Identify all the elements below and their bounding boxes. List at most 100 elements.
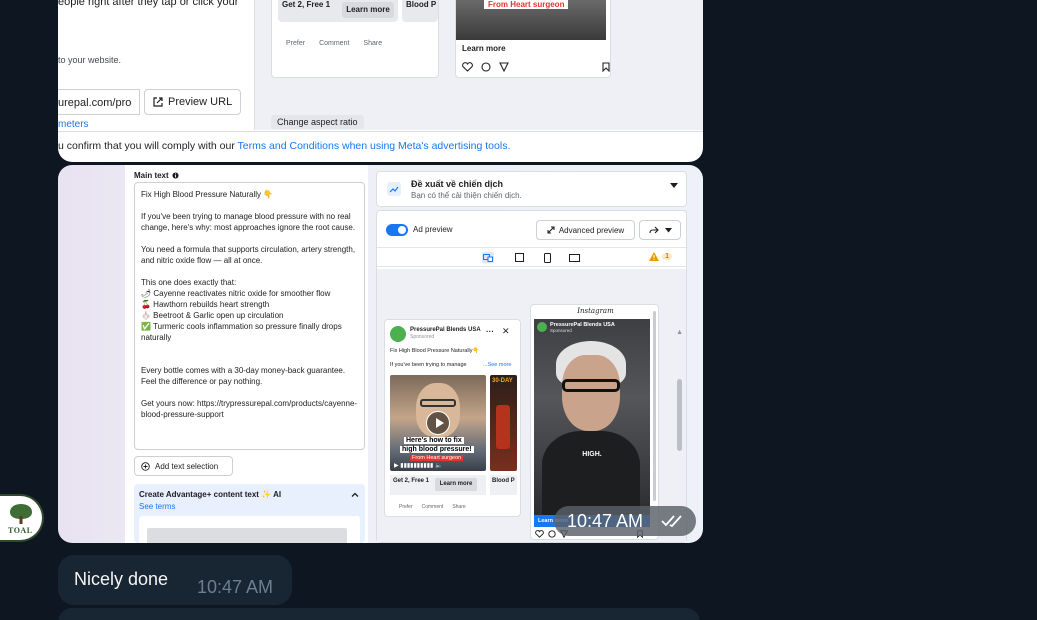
fb-actions: Prefer Comment Share xyxy=(286,40,382,47)
video-caption-1: Here's how to fix xyxy=(404,437,464,444)
message-text: Nicely done xyxy=(74,569,169,589)
advanced-preview-button[interactable]: Advanced preview xyxy=(536,220,635,240)
video-caption: HIGH. xyxy=(582,451,602,458)
chevron-up-icon[interactable] xyxy=(351,491,359,499)
share-action[interactable]: Share xyxy=(452,504,465,510)
square-format-icon[interactable] xyxy=(513,252,525,263)
bullet-line: ✅ Turmeric cools inflammation so pressur… xyxy=(141,322,342,342)
comment-icon xyxy=(481,62,491,72)
comment-icon[interactable] xyxy=(548,530,556,538)
warning-count: 1 xyxy=(662,253,672,260)
bullet-line: 🍒 Hawthorn rebuilds heart strength xyxy=(141,300,270,309)
avatar-text: TOAL xyxy=(8,526,33,535)
ig-ad-video[interactable]: PressurePal Blends USA Sponsored HIGH. xyxy=(534,319,650,515)
trend-icon xyxy=(387,182,401,196)
tree-logo-icon xyxy=(10,504,32,524)
ad-video: From Heart surgeon xyxy=(456,0,606,40)
share-preview-button[interactable] xyxy=(639,220,681,240)
comment-action[interactable]: Comment xyxy=(422,504,444,510)
ad-carousel-image-2[interactable]: 30-DAY xyxy=(490,375,517,471)
carousel-headline: Get 2, Free 1 xyxy=(282,0,331,9)
add-text-selection-button[interactable]: Add text selection xyxy=(134,456,233,476)
like-action[interactable]: Prefer xyxy=(399,504,413,510)
more-options-icon[interactable]: ··· xyxy=(486,327,494,336)
change-aspect-ratio-button[interactable]: Change aspect ratio xyxy=(271,115,364,129)
external-link-icon xyxy=(153,97,163,107)
preview-scrollbar[interactable] xyxy=(677,379,682,451)
text-paragraph: Get yours now: https://trypressurepal.co… xyxy=(141,399,358,419)
sponsored-label: Sponsored xyxy=(550,328,572,333)
terms-prefix: u confirm that you will comply with our xyxy=(58,140,238,152)
main-text-input[interactable]: Fix High Blood Pressure Naturally 👇 If y… xyxy=(134,182,365,450)
video-caption: From Heart surgeon xyxy=(484,0,569,9)
preview-url-button[interactable]: Preview URL xyxy=(144,89,241,115)
dropdown-arrow-icon[interactable] xyxy=(670,183,678,189)
vertical-format-icon[interactable] xyxy=(541,252,553,263)
url-input[interactable]: urepal.com/pro xyxy=(58,89,140,115)
info-icon xyxy=(172,172,179,179)
next-message-bubble[interactable] xyxy=(58,608,700,620)
message-bubble[interactable]: Nicely done 10:47 AM xyxy=(58,555,292,605)
terms-notice: u confirm that you will comply with our … xyxy=(58,131,703,162)
screenshot-image-top[interactable]: eople right after they tap or click your… xyxy=(58,0,703,162)
play-icon[interactable] xyxy=(426,411,450,435)
learn-more-link[interactable]: Learn more xyxy=(462,44,506,53)
ig-scrollbar[interactable] xyxy=(653,311,656,501)
main-text-label: Main text xyxy=(134,171,179,180)
url-parameters-link[interactable]: meters xyxy=(58,119,89,130)
chevron-down-icon xyxy=(664,227,672,232)
ad-video[interactable]: Here's how to fix high blood pressure! F… xyxy=(390,375,486,471)
text-paragraph: This one does exactly that: xyxy=(141,278,237,287)
warning-icon xyxy=(649,252,660,261)
screenshot-image-main[interactable]: Main text Fix High Blood Pressure Natura… xyxy=(58,165,703,543)
suggestion-subtitle: Bạn có thể cải thiện chiến dịch. xyxy=(411,191,522,200)
comment-action[interactable]: Comment xyxy=(319,40,349,47)
ad-body-text: If you've been trying to manage xyxy=(390,362,467,368)
ad-preview-column: Đề xuất về chiến dịch Bạn có thể cải thi… xyxy=(376,171,687,543)
text-paragraph: You need a formula that supports circula… xyxy=(141,245,356,265)
placement-previews: PressurePal Blends USA Sponsored ··· ✕ F… xyxy=(377,269,686,542)
plus-circle-icon xyxy=(141,461,150,471)
page-avatar xyxy=(390,326,406,342)
ad-text-editor: Main text Fix High Blood Pressure Natura… xyxy=(125,165,368,543)
like-action[interactable]: Prefer xyxy=(286,40,305,47)
text-paragraph: Fix High Blood Pressure Naturally 👇 xyxy=(141,190,274,199)
carousel-headline-2: Blood P xyxy=(406,0,437,9)
bookmark-icon xyxy=(602,62,610,72)
see-terms-link[interactable]: See terms xyxy=(139,502,175,511)
multi-placement-icon[interactable] xyxy=(482,252,494,263)
guarantee-label: 30-DAY xyxy=(492,378,513,384)
advantage-title: Create Advantage+ content text ✨ AI xyxy=(139,490,282,499)
ad-settings-left: eople right after they tap or click your… xyxy=(58,0,254,130)
learn-more-button[interactable]: Learn more xyxy=(435,478,477,491)
preview-url-label: Preview URL xyxy=(168,96,233,108)
scroll-up-arrow-icon[interactable]: ▲ xyxy=(676,329,683,336)
campaign-suggestion-card[interactable]: Đề xuất về chiến dịch Bạn có thể cải thi… xyxy=(376,171,687,207)
landscape-format-icon[interactable] xyxy=(568,252,580,263)
fb-actions: Prefer Comment Share xyxy=(399,504,466,510)
video-controls-icon: ▶ ▮▮▮▮▮▮▮▮▮▮ 🔈 xyxy=(394,463,443,469)
image-time: 10:47 AM xyxy=(567,510,644,531)
close-icon[interactable]: ✕ xyxy=(502,326,510,337)
instagram-ad-card: From Heart surgeon Learn more xyxy=(455,0,611,78)
video-caption-3: From Heart surgeon xyxy=(410,455,464,461)
share-action[interactable]: Share xyxy=(363,40,382,47)
ad-preview-toggle[interactable] xyxy=(386,224,408,236)
instagram-stories-preview[interactable]: Instagram PressurePal Blends USA Sponsor… xyxy=(530,304,659,540)
heart-icon xyxy=(462,62,473,72)
sponsored-label: Sponsored xyxy=(410,334,435,340)
warning-indicator[interactable]: 1 xyxy=(649,252,672,261)
see-more-link[interactable]: ...See more xyxy=(483,362,511,368)
facebook-feed-preview[interactable]: PressurePal Blends USA Sponsored ··· ✕ F… xyxy=(384,319,521,517)
text-paragraph: If you've been trying to manage blood pr… xyxy=(141,212,356,232)
terms-link[interactable]: Terms and Conditions when using Meta's a… xyxy=(238,140,511,152)
bullet-line: 🌶 Cayenne reactivates nitric oxide for s… xyxy=(141,289,331,298)
expand-icon xyxy=(547,226,555,234)
preview-format-toolbar: 1 xyxy=(377,247,686,267)
ad-preview-panel: Ad preview Advanced preview 1 PressurePa… xyxy=(376,210,687,543)
send-icon xyxy=(499,62,509,72)
sender-avatar[interactable]: TOAL xyxy=(0,494,44,542)
heart-icon[interactable] xyxy=(535,530,544,538)
ad-primary-text: Fix High Blood Pressure Naturally👇 xyxy=(390,348,480,354)
learn-more-button[interactable]: Learn more xyxy=(342,2,394,18)
